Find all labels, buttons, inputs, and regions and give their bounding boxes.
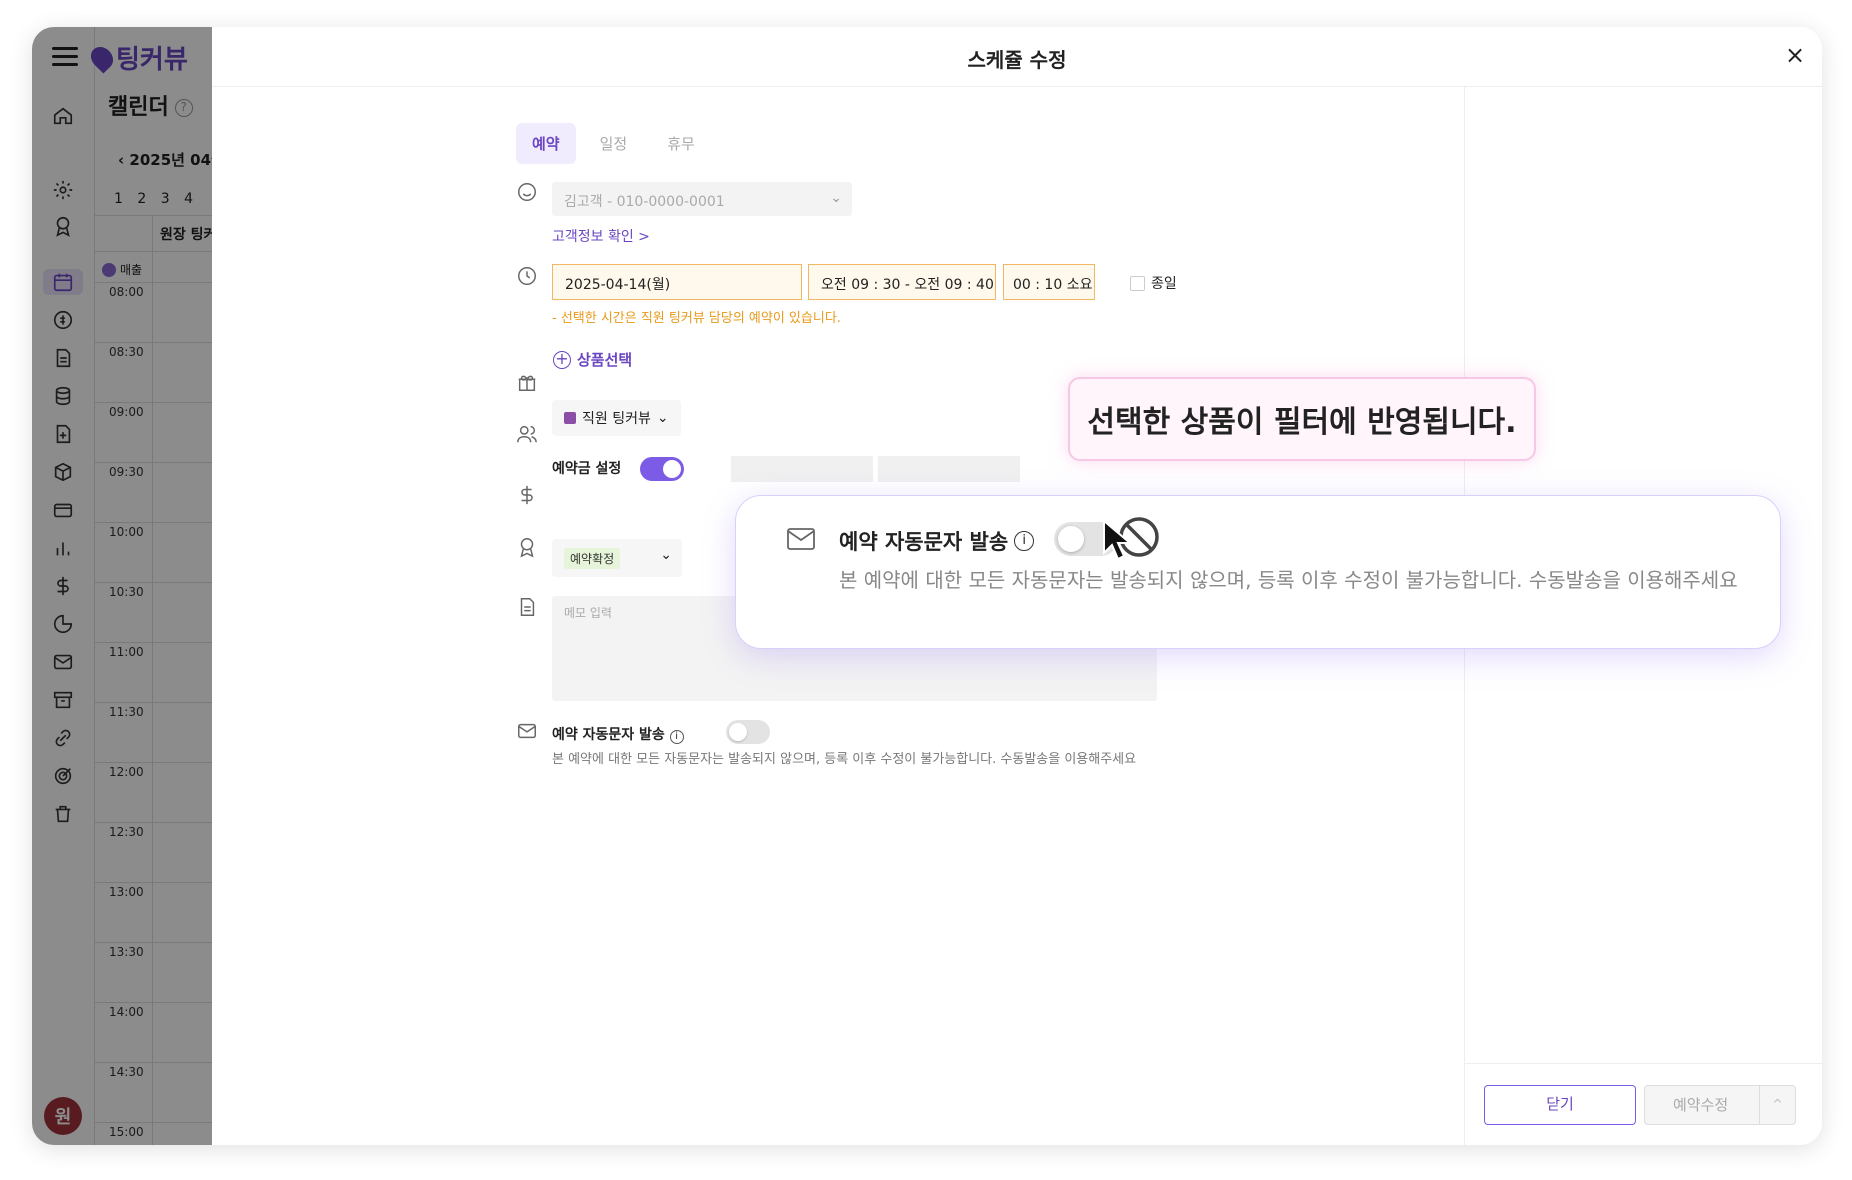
info-icon[interactable]: i bbox=[669, 730, 684, 744]
users-icon bbox=[516, 423, 538, 445]
checkbox-icon bbox=[1130, 275, 1145, 291]
staff-value: 직원 팅커뷰 bbox=[582, 411, 651, 427]
deposit-toggle[interactable] bbox=[640, 457, 684, 481]
duration-field[interactable]: 00 : 10 소요 bbox=[1003, 264, 1095, 300]
close-button[interactable]: 닫기 bbox=[1484, 1085, 1636, 1125]
sms-label: 예약 자동문자 발송 i bbox=[552, 724, 684, 744]
modal-header: 스케쥴 수정 × bbox=[212, 27, 1822, 87]
info-icon: i bbox=[1014, 531, 1035, 551]
clock-icon bbox=[516, 265, 538, 287]
footer-divider bbox=[1464, 1063, 1822, 1064]
sms-toggle[interactable] bbox=[726, 720, 770, 744]
zoom-callout: 예약 자동문자 발송 i 본 예약에 대한 모든 자동문자는 발송되지 않으며, … bbox=[735, 495, 1781, 649]
customer-value: 김고객 - 010-0000-0001 bbox=[564, 194, 725, 210]
update-reservation-button[interactable]: 예약수정 ^ bbox=[1644, 1085, 1796, 1125]
chevron-down-icon: ⌄ bbox=[656, 410, 669, 426]
tab-schedule[interactable]: 일정 bbox=[584, 123, 644, 164]
deposit-due-field[interactable] bbox=[878, 456, 1020, 482]
not-allowed-cursor-icon bbox=[1103, 517, 1159, 561]
plus-circle-icon: + bbox=[553, 350, 571, 369]
dollar-icon bbox=[516, 484, 538, 506]
chevron-up-icon[interactable]: ^ bbox=[1759, 1086, 1795, 1124]
add-product-label: 상품선택 bbox=[577, 351, 633, 369]
customer-select[interactable]: 김고객 - 010-0000-0001 ⌄ bbox=[552, 182, 852, 216]
zoom-sms-description: 본 예약에 대한 모든 자동문자는 발송되지 않으며, 등록 이후 수정이 불가… bbox=[839, 568, 1738, 592]
tab-reservation[interactable]: 예약 bbox=[516, 123, 576, 164]
sms-description: 본 예약에 대한 모든 자동문자는 발송되지 않으며, 등록 이후 수정이 불가… bbox=[552, 752, 1137, 767]
background-app: 원 팅커뷰 캘린더? ‹ 2025년 04월 1 2 3 4 원장 팅커 매출 … bbox=[32, 27, 225, 1145]
smile-icon bbox=[516, 181, 538, 203]
zoom-sms-label-text: 예약 자동문자 발송 bbox=[839, 530, 1009, 554]
time-range-field[interactable]: 오전 09 : 30 - 오전 09 : 40 bbox=[808, 264, 996, 300]
tab-day-off[interactable]: 휴무 bbox=[651, 123, 711, 164]
status-badge: 예약확정 bbox=[564, 548, 621, 569]
mail-icon bbox=[516, 720, 538, 742]
tooltip-callout: 선택한 상품이 필터에 반영됩니다. bbox=[1068, 377, 1536, 461]
sms-label-text: 예약 자동문자 발송 bbox=[552, 727, 665, 743]
customer-info-link[interactable]: 고객정보 확인 > bbox=[552, 226, 650, 246]
status-select[interactable]: 예약확정 ⌄ bbox=[552, 539, 682, 577]
add-product-button[interactable]: + 상품선택 bbox=[553, 349, 632, 370]
chevron-down-icon: ⌄ bbox=[660, 547, 672, 563]
date-field[interactable]: 2025-04-14(월) bbox=[552, 264, 802, 300]
all-day-label: 종일 bbox=[1151, 276, 1177, 292]
modal-backdrop[interactable] bbox=[32, 27, 212, 1145]
close-icon[interactable]: × bbox=[1782, 43, 1808, 69]
deposit-amount-field[interactable] bbox=[731, 456, 873, 482]
update-reservation-label: 예약수정 bbox=[1673, 1096, 1729, 1114]
schedule-tabs: 예약 일정 휴무 bbox=[516, 123, 711, 164]
deposit-label: 예약금 설정 bbox=[552, 461, 622, 477]
document-icon bbox=[516, 596, 538, 618]
gift-icon bbox=[516, 371, 538, 393]
zoom-sms-label: 예약 자동문자 발송 i bbox=[839, 526, 1035, 556]
staff-color-icon bbox=[564, 412, 576, 424]
mail-icon bbox=[786, 526, 816, 552]
app-window: 원 팅커뷰 캘린더? ‹ 2025년 04월 1 2 3 4 원장 팅커 매출 … bbox=[32, 27, 1822, 1145]
schedule-warning: - 선택한 시간은 직원 팅커뷰 담당의 예약이 있습니다. bbox=[552, 311, 841, 326]
all-day-checkbox[interactable]: 종일 bbox=[1130, 273, 1177, 293]
modal-title: 스케쥴 수정 bbox=[967, 48, 1067, 72]
award-icon bbox=[516, 536, 538, 558]
chevron-down-icon: ⌄ bbox=[830, 190, 842, 206]
staff-select[interactable]: 직원 팅커뷰 ⌄ bbox=[552, 400, 681, 436]
